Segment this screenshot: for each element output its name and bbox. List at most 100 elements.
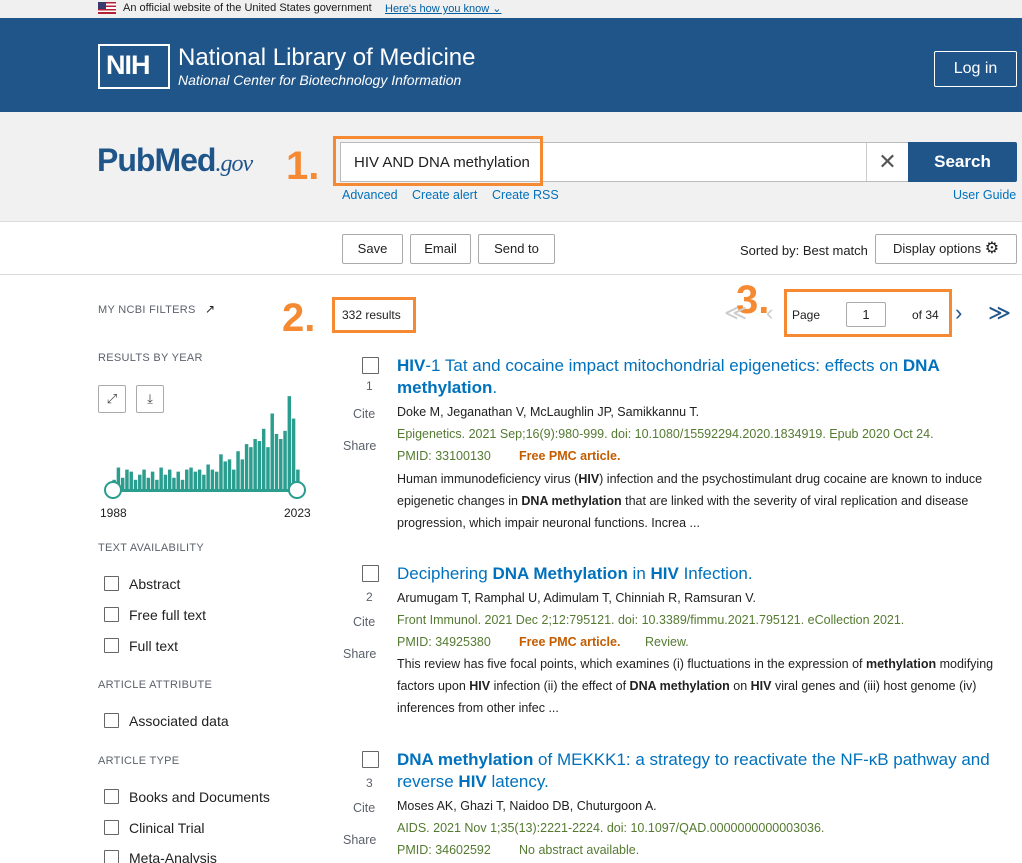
heres-how-you-know-link[interactable]: Here's how you know ⌄ (385, 2, 502, 15)
histogram-bar[interactable] (261, 428, 266, 490)
histogram-bar[interactable] (185, 469, 189, 490)
checkbox[interactable] (104, 850, 119, 863)
filter-free-full-text[interactable]: Free full text (104, 607, 206, 623)
histogram-bar[interactable] (210, 469, 215, 490)
cite-button[interactable]: Cite (353, 801, 375, 815)
next-page-icon[interactable]: › (955, 300, 962, 326)
histogram-bar[interactable] (206, 464, 210, 491)
article-snippet: This review has five focal points, which… (397, 657, 994, 715)
create-rss-link[interactable]: Create RSS (492, 188, 559, 202)
my-ncbi-filters-label[interactable]: MY NCBI FILTERS ↗ (98, 302, 215, 316)
year-slider-start-handle[interactable] (104, 481, 122, 499)
article-title-link[interactable]: HIV-1 Tat and cocaine impact mitochondri… (397, 355, 1007, 399)
filter-associated-data[interactable]: Associated data (104, 713, 229, 729)
email-button[interactable]: Email (410, 234, 471, 264)
histogram-bar[interactable] (270, 413, 274, 491)
histogram-bar[interactable] (240, 459, 245, 490)
histogram-bar[interactable] (227, 459, 232, 490)
pubmed-logo[interactable]: PubMed.gov (97, 142, 253, 182)
filter-full-text[interactable]: Full text (104, 638, 178, 654)
clear-search-button[interactable]: ✕ (866, 143, 908, 181)
last-page-icon[interactable]: ≫ (988, 300, 1011, 326)
histogram-bar[interactable] (219, 454, 223, 490)
article-title-link[interactable]: DNA methylation of MEKKK1: a strategy to… (397, 749, 1007, 793)
search-button[interactable]: Search (908, 142, 1017, 182)
histogram-bar[interactable] (283, 430, 287, 490)
user-guide-link[interactable]: User Guide (953, 188, 1016, 202)
login-button[interactable]: Log in (934, 51, 1017, 87)
checkbox[interactable] (104, 713, 119, 728)
checkbox[interactable] (104, 638, 119, 653)
checkbox[interactable] (104, 789, 119, 804)
checkbox[interactable] (104, 607, 119, 622)
display-options-button[interactable]: Display options ⚙ (875, 234, 1017, 264)
nih-logo[interactable]: NIH (98, 44, 170, 89)
page-number-input[interactable]: 1 (846, 302, 886, 327)
annotation-1: 1. (286, 144, 320, 188)
histogram-bar[interactable] (223, 461, 227, 490)
filter-meta-analysis[interactable]: Meta-Analysis (104, 850, 217, 863)
histogram-bar[interactable] (138, 474, 142, 490)
save-button[interactable]: Save (342, 234, 403, 264)
checkbox[interactable] (104, 576, 119, 591)
article-pmid: PMID: 33100130 (397, 449, 491, 463)
article-journal: Epigenetics. 2021 Sep;16(9):980-999. doi… (397, 427, 934, 441)
histogram-bar[interactable] (236, 451, 240, 490)
histogram-bar[interactable] (150, 471, 155, 490)
histogram-bar[interactable] (253, 439, 257, 490)
histogram-bar[interactable] (257, 441, 262, 490)
advanced-search-link[interactable]: Advanced (342, 188, 398, 202)
year-slider-end-handle[interactable] (288, 481, 306, 499)
histogram-bar[interactable] (214, 471, 219, 490)
article-select-checkbox[interactable] (362, 357, 379, 374)
free-pmc-badge: Free PMC article. (519, 635, 621, 649)
histogram-bar[interactable] (176, 471, 180, 490)
article-authors: Moses AK, Ghazi T, Naidoo DB, Chuturgoon… (397, 799, 657, 813)
histogram-bar[interactable] (142, 469, 146, 490)
filter-clinical-trial[interactable]: Clinical Trial (104, 820, 204, 836)
year-slider-track[interactable] (112, 489, 298, 492)
article-title-link[interactable]: Deciphering DNA Methylation in HIV Infec… (397, 563, 1007, 585)
article-select-checkbox[interactable] (362, 751, 379, 768)
histogram-bar[interactable] (167, 469, 172, 490)
send-to-button[interactable]: Send to (478, 234, 555, 264)
histogram-bar[interactable] (232, 469, 236, 490)
histogram-bar[interactable] (249, 447, 253, 490)
histogram-bar[interactable] (279, 439, 283, 490)
share-button[interactable]: Share (343, 439, 376, 453)
share-button[interactable]: Share (343, 833, 376, 847)
histogram-bar[interactable] (193, 471, 198, 490)
histogram-bar[interactable] (159, 467, 163, 490)
sorted-by-label: Sorted by: Best match (740, 243, 868, 258)
external-link-icon: ↗ (204, 302, 216, 316)
histogram-bar[interactable] (197, 469, 202, 490)
first-page-icon: ≪ (724, 300, 748, 325)
nih-header: NIH National Library of Medicine Nationa… (0, 18, 1022, 112)
checkbox[interactable] (104, 820, 119, 835)
article-authors: Doke M, Jeganathan V, McLaughlin JP, Sam… (397, 405, 700, 419)
histogram-bar[interactable] (189, 467, 193, 490)
article-authors: Arumugam T, Ramphal U, Adimulam T, Chinn… (397, 591, 756, 605)
year-histogram[interactable] (112, 384, 300, 490)
article-type-label: ARTICLE TYPE (98, 755, 180, 767)
cite-button[interactable]: Cite (353, 407, 375, 421)
histogram-bar[interactable] (291, 418, 296, 490)
histogram-bar[interactable] (129, 471, 133, 490)
nlm-title[interactable]: National Library of Medicine (178, 44, 475, 72)
filter-abstract[interactable]: Abstract (104, 576, 180, 592)
filter-books-and-documents[interactable]: Books and Documents (104, 789, 270, 805)
histogram-bar[interactable] (244, 444, 249, 490)
histogram-bar[interactable] (266, 447, 270, 490)
article-select-checkbox[interactable] (362, 565, 379, 582)
article-snippet: Human immunodeficiency virus (HIV) infec… (397, 472, 983, 530)
histogram-bar[interactable] (163, 474, 168, 490)
create-alert-link[interactable]: Create alert (412, 188, 477, 202)
histogram-bar[interactable] (202, 474, 206, 490)
histogram-bar[interactable] (287, 396, 292, 490)
histogram-bar[interactable] (125, 469, 129, 490)
cite-button[interactable]: Cite (353, 615, 375, 629)
page-total-label: of 34 (912, 308, 939, 322)
share-button[interactable]: Share (343, 647, 376, 661)
histogram-bar[interactable] (274, 433, 279, 490)
year-start-label: 1988 (100, 506, 127, 520)
